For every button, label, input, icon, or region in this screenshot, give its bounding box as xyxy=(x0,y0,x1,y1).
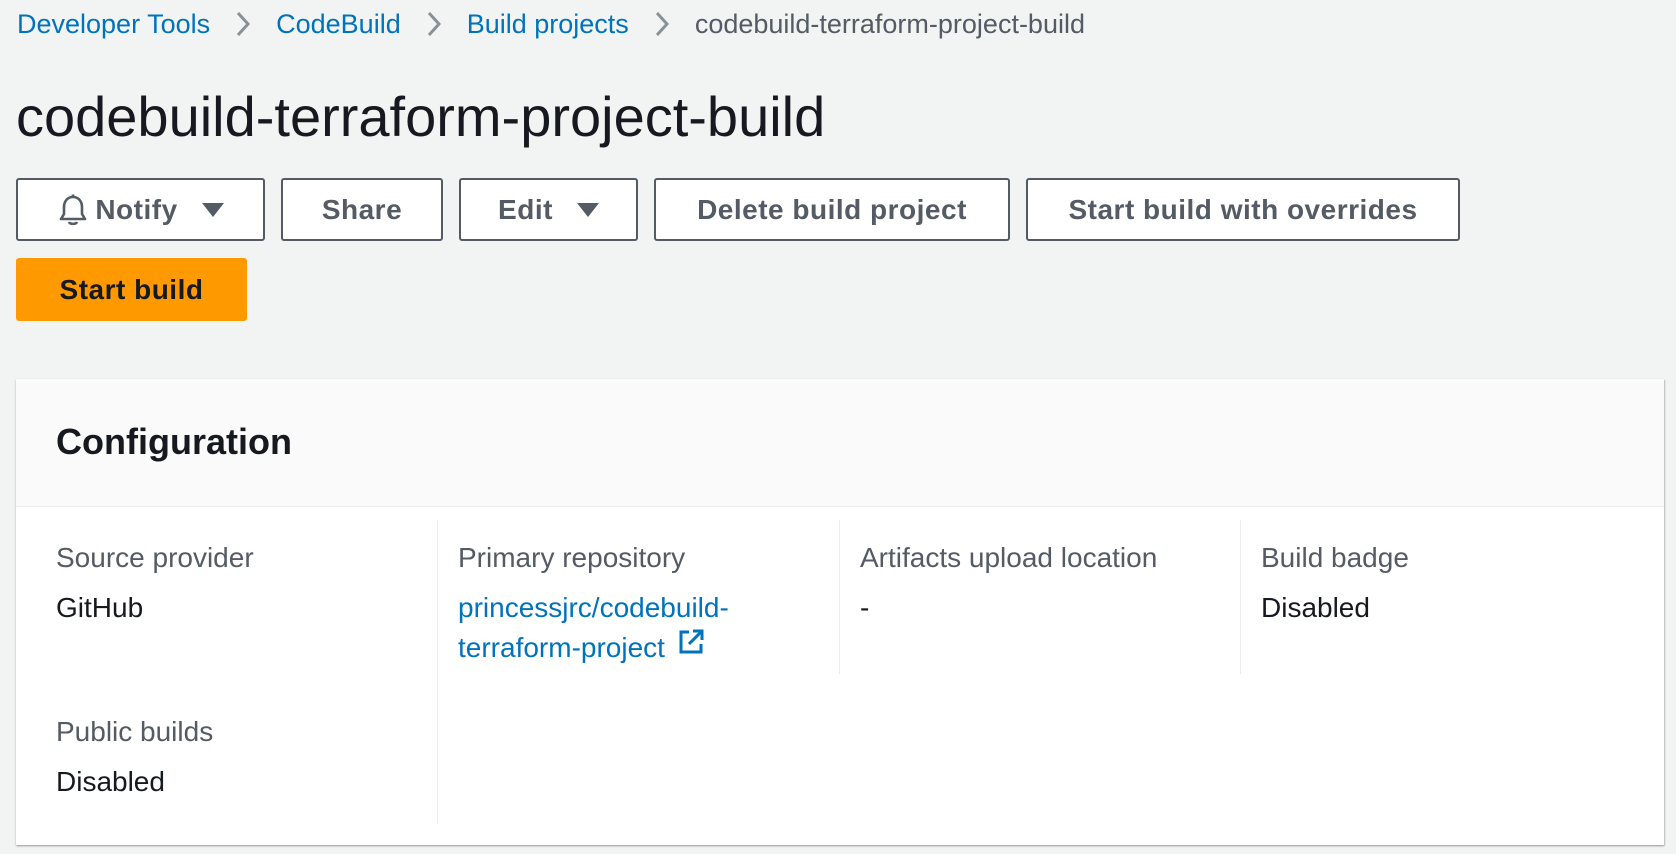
breadcrumb-codebuild[interactable]: CodeBuild xyxy=(276,9,401,40)
edit-button[interactable]: Edit xyxy=(459,178,638,241)
edit-button-label: Edit xyxy=(498,193,553,225)
breadcrumb-current: codebuild-terraform-project-build xyxy=(694,8,1085,39)
start-build-label: Start build xyxy=(59,273,204,305)
primary-repository-link-line2-wrap: terraform-project xyxy=(458,628,778,670)
notify-button[interactable]: Notify xyxy=(16,178,265,241)
artifacts-upload-location-value: - xyxy=(860,592,870,623)
chevron-right-icon xyxy=(210,4,276,44)
configuration-title: Configuration xyxy=(56,421,292,462)
page-title: codebuild-terraform-project-build xyxy=(16,85,826,148)
source-provider-value: GitHub xyxy=(56,592,144,623)
bell-icon xyxy=(57,193,89,227)
column-divider xyxy=(839,520,840,674)
public-builds-label: Public builds xyxy=(56,716,214,747)
column-divider xyxy=(437,520,438,824)
chevron-right-icon xyxy=(629,4,695,44)
column-divider xyxy=(1240,520,1241,674)
breadcrumb-developer-tools[interactable]: Developer Tools xyxy=(17,9,210,40)
primary-repository-label: Primary repository xyxy=(458,542,686,573)
primary-repository-link-line2: terraform-project xyxy=(458,632,665,663)
start-build-button[interactable]: Start build xyxy=(16,258,247,321)
notify-button-label: Notify xyxy=(95,193,178,225)
chevron-right-icon xyxy=(401,4,467,44)
breadcrumb: Developer Tools CodeBuild Build projects… xyxy=(17,4,1085,44)
caret-down-icon xyxy=(576,202,599,217)
delete-build-project-button[interactable]: Delete build project xyxy=(654,178,1010,241)
build-badge-label: Build badge xyxy=(1261,542,1409,573)
start-build-with-overrides-label: Start build with overrides xyxy=(1068,193,1418,225)
share-button-label: Share xyxy=(321,193,403,225)
delete-build-project-label: Delete build project xyxy=(697,193,967,225)
start-build-with-overrides-button[interactable]: Start build with overrides xyxy=(1026,178,1460,241)
share-button[interactable]: Share xyxy=(281,178,443,241)
configuration-header: Configuration xyxy=(16,379,1664,507)
source-provider-label: Source provider xyxy=(56,542,254,573)
public-builds-value: Disabled xyxy=(56,766,165,797)
external-link-icon xyxy=(677,627,705,667)
primary-repository-link[interactable]: princessjrc/codebuild- terraform-project xyxy=(458,588,778,670)
breadcrumb-build-projects[interactable]: Build projects xyxy=(467,9,629,40)
caret-down-icon xyxy=(201,202,224,217)
configuration-panel: Configuration Source provider GitHub Pub… xyxy=(16,379,1664,845)
primary-repository-link-line1: princessjrc/codebuild- xyxy=(458,592,729,623)
artifacts-upload-location-label: Artifacts upload location xyxy=(860,542,1158,573)
build-badge-value: Disabled xyxy=(1261,592,1370,623)
